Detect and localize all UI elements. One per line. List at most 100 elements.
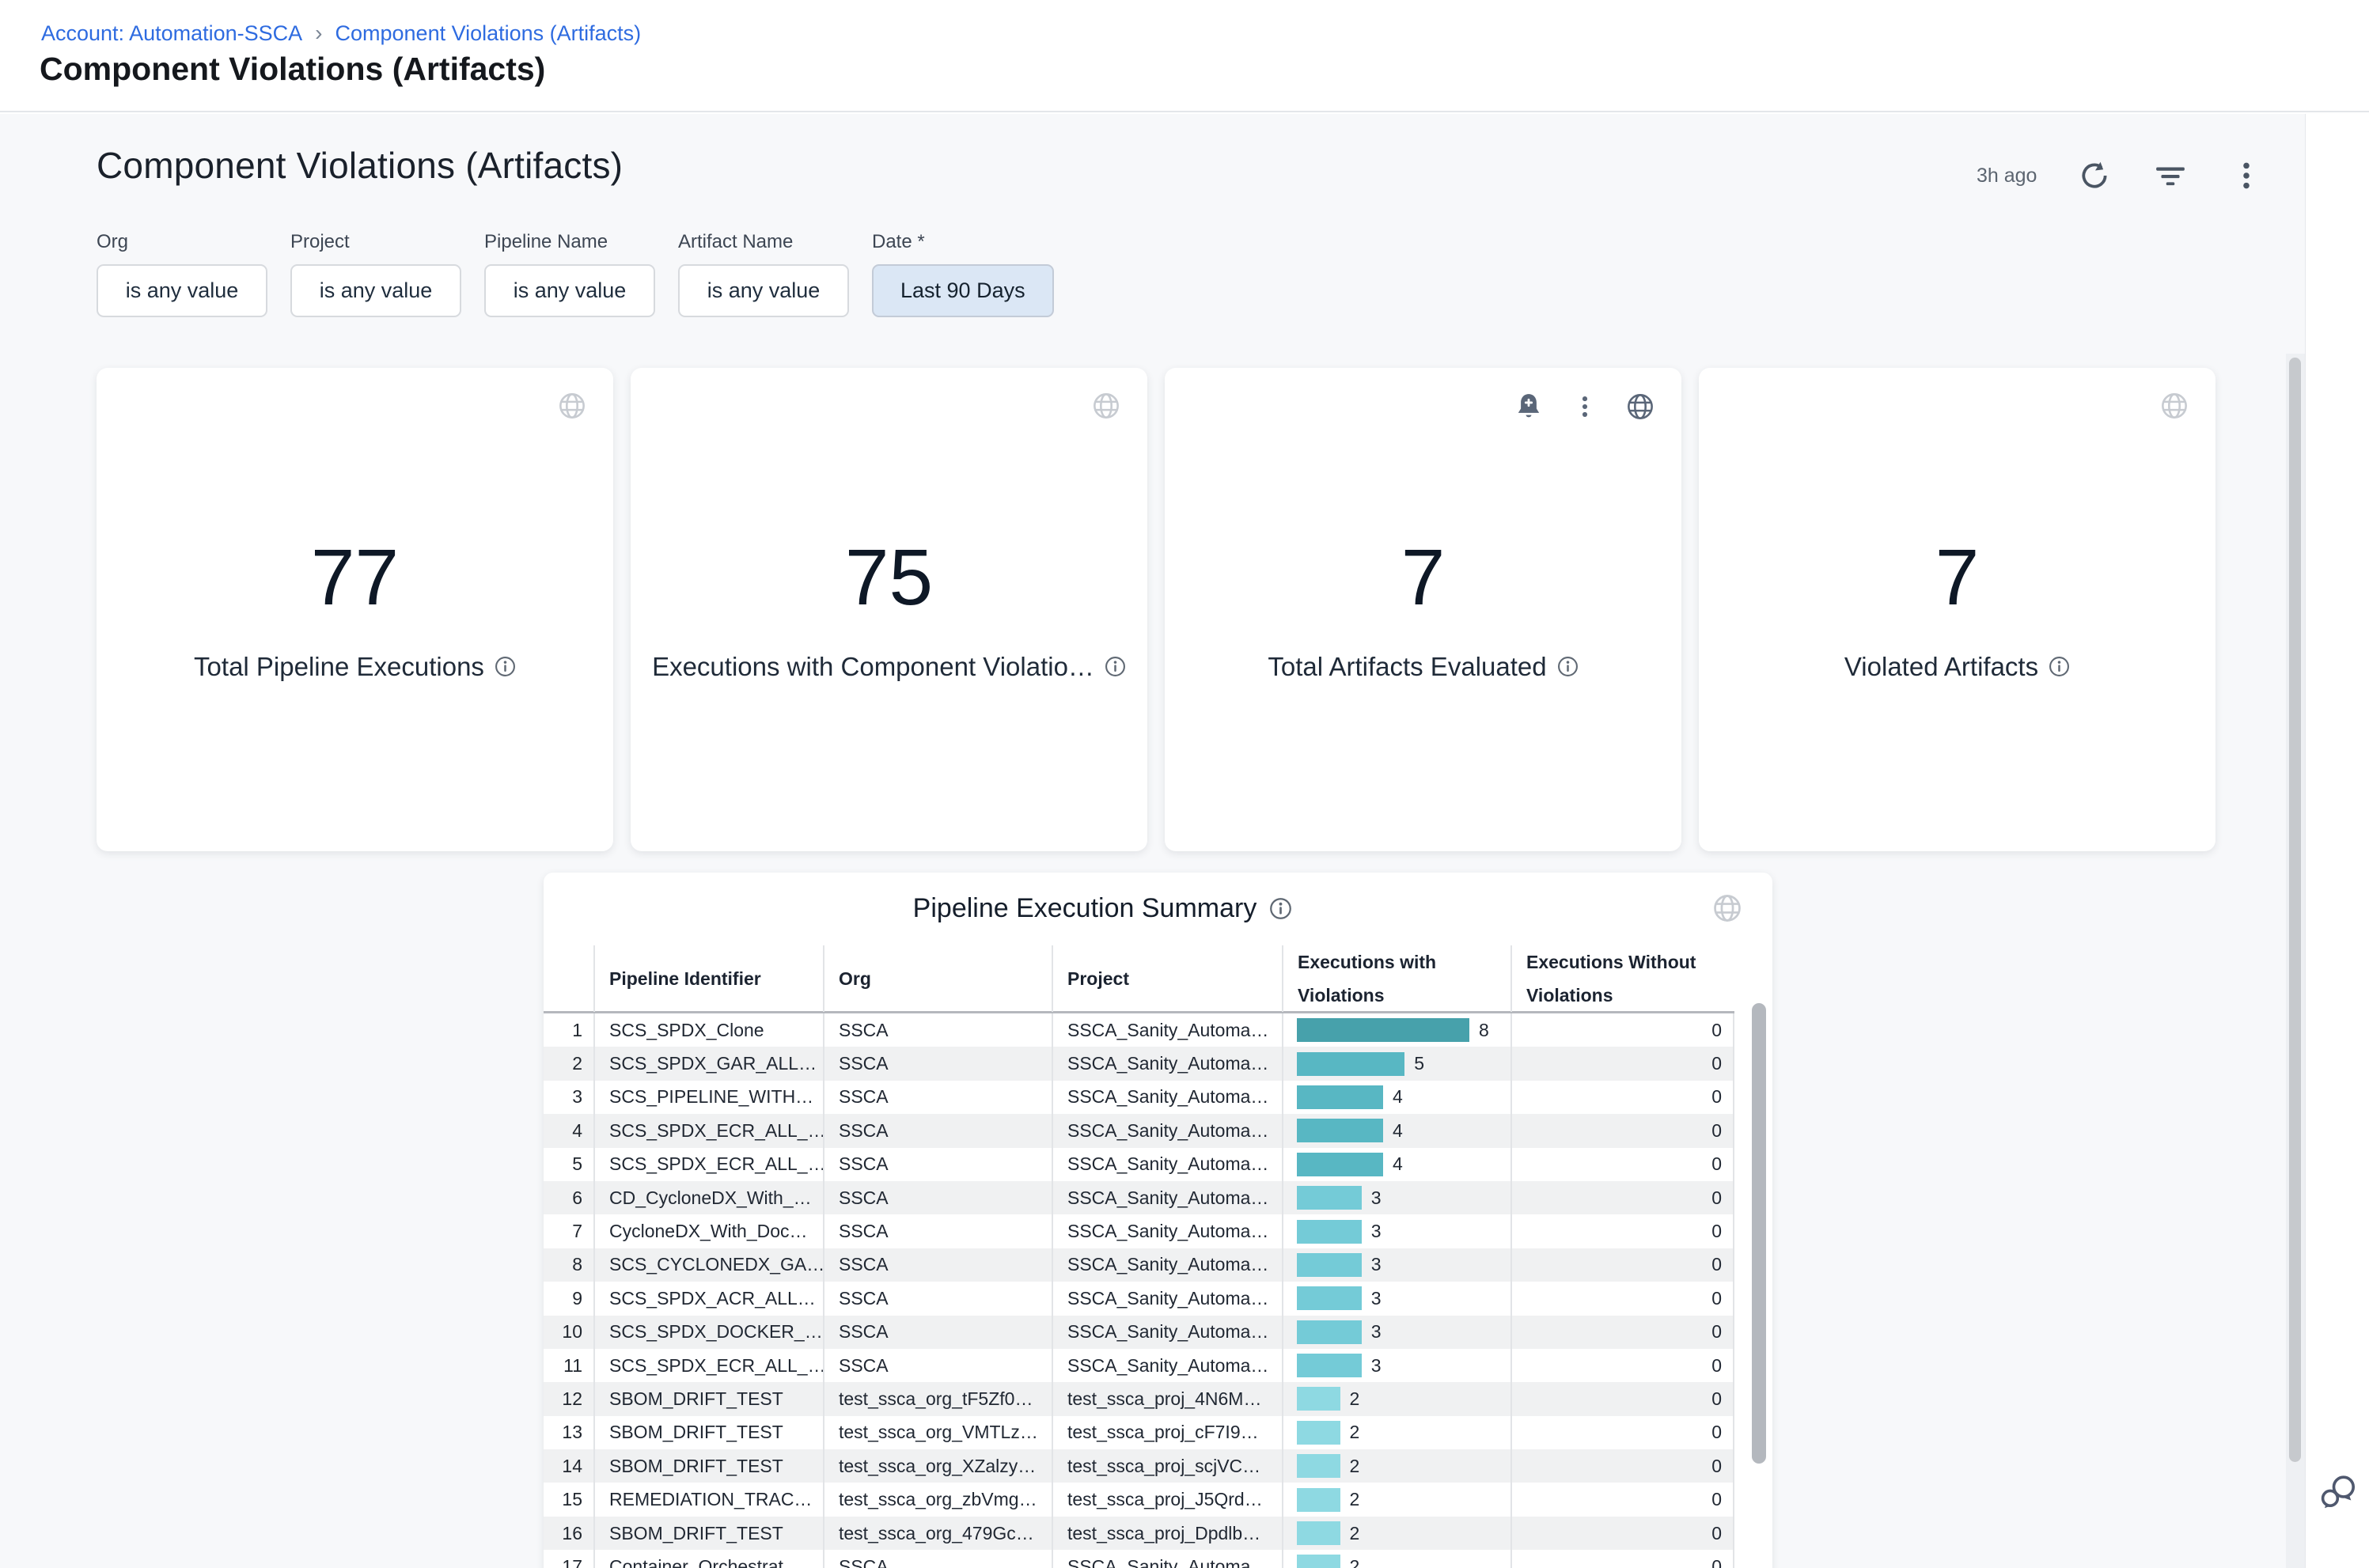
page-title: Component Violations (Artifacts) xyxy=(40,51,545,88)
table-row[interactable]: 11 SCS_SPDX_ECR_ALL_… SSCA SSCA_Sanity_A… xyxy=(544,1349,1734,1382)
bell-plus-icon[interactable] xyxy=(1514,392,1544,422)
table-scrollbar-thumb[interactable] xyxy=(1752,1003,1766,1464)
breadcrumb-separator: › xyxy=(315,21,322,46)
filter-label: Pipeline Name xyxy=(484,231,655,253)
breadcrumb-page-link[interactable]: Component Violations (Artifacts) xyxy=(335,21,642,46)
cell-org: SSCA xyxy=(823,1114,1052,1147)
row-number: 14 xyxy=(544,1449,593,1483)
table-row[interactable]: 4 SCS_SPDX_ECR_ALL_… SSCA SSCA_Sanity_Au… xyxy=(544,1114,1734,1147)
info-icon[interactable] xyxy=(1557,656,1579,677)
violations-bar[interactable] xyxy=(1297,1119,1383,1142)
row-number: 5 xyxy=(544,1148,593,1181)
breadcrumb-account-link[interactable]: Account: Automation-SSCA xyxy=(41,21,302,46)
table-row[interactable]: 7 CycloneDX_With_Doc… SSCA SSCA_Sanity_A… xyxy=(544,1214,1734,1248)
filter-value-button-artifact-name[interactable]: is any value xyxy=(678,264,849,317)
globe-icon[interactable] xyxy=(2160,392,2189,420)
cell-project: SSCA_Sanity_Automa… xyxy=(1052,1013,1282,1047)
violations-bar[interactable] xyxy=(1297,1018,1469,1042)
row-number: 15 xyxy=(544,1483,593,1516)
table-row[interactable]: 14 SBOM_DRIFT_TEST test_ssca_org_XZalzy…… xyxy=(544,1449,1734,1483)
table-row[interactable]: 2 SCS_SPDX_GAR_ALL… SSCA SSCA_Sanity_Aut… xyxy=(544,1047,1734,1080)
table-row[interactable]: 8 SCS_CYCLONEDX_GA… SSCA SSCA_Sanity_Aut… xyxy=(544,1248,1734,1282)
violations-bar[interactable] xyxy=(1297,1421,1340,1445)
kebab-menu-icon[interactable] xyxy=(2228,157,2265,194)
violations-bar[interactable] xyxy=(1297,1320,1362,1344)
globe-icon[interactable] xyxy=(558,392,586,420)
cell-org: test_ssca_org_XZalzy… xyxy=(823,1449,1052,1483)
row-number: 10 xyxy=(544,1316,593,1349)
violations-bar[interactable] xyxy=(1297,1354,1362,1377)
table-row[interactable]: 15 REMEDIATION_TRAC… test_ssca_org_zbVmg… xyxy=(544,1483,1734,1516)
violations-bar-value: 2 xyxy=(1350,1556,1360,1568)
table-row[interactable]: 10 SCS_SPDX_DOCKER_… SSCA SSCA_Sanity_Au… xyxy=(544,1316,1734,1349)
violations-bar[interactable] xyxy=(1297,1052,1404,1076)
filter-value-button-project[interactable]: is any value xyxy=(290,264,461,317)
kpi-value: 7 xyxy=(1935,538,1980,617)
violations-bar[interactable] xyxy=(1297,1387,1340,1411)
info-icon[interactable] xyxy=(2049,656,2070,677)
chat-help-icon[interactable] xyxy=(2318,1473,2360,1514)
violations-bar[interactable] xyxy=(1297,1153,1383,1176)
table-row[interactable]: 5 SCS_SPDX_ECR_ALL_… SSCA SSCA_Sanity_Au… xyxy=(544,1148,1734,1181)
filter-icon[interactable] xyxy=(2152,157,2189,194)
cell-executions-with-violations: 3 xyxy=(1282,1248,1510,1282)
filter-bar: Org is any value Project is any value Pi… xyxy=(97,231,1054,317)
violations-bar[interactable] xyxy=(1297,1253,1362,1277)
violations-bar[interactable] xyxy=(1297,1286,1362,1310)
refresh-icon[interactable] xyxy=(2076,157,2113,194)
row-number: 8 xyxy=(544,1248,593,1282)
cell-pipeline-identifier: Container_Orchestrat… xyxy=(593,1550,823,1568)
info-icon[interactable] xyxy=(1269,897,1292,920)
table-row[interactable]: 9 SCS_SPDX_ACR_ALL… SSCA SSCA_Sanity_Aut… xyxy=(544,1282,1734,1315)
table-row[interactable]: 1 SCS_SPDX_Clone SSCA SSCA_Sanity_Automa… xyxy=(544,1013,1734,1047)
table-row[interactable]: 6 CD_CycloneDX_With_… SSCA SSCA_Sanity_A… xyxy=(544,1181,1734,1214)
violations-bar[interactable] xyxy=(1297,1220,1362,1244)
filter-value-button-date[interactable]: Last 90 Days xyxy=(872,264,1054,317)
globe-icon[interactable] xyxy=(1712,893,1742,923)
header-project[interactable]: Project xyxy=(1052,945,1282,1012)
cell-org: SSCA xyxy=(823,1282,1052,1315)
violations-bar-value: 2 xyxy=(1350,1523,1360,1544)
cell-pipeline-identifier: SCS_PIPELINE_WITH… xyxy=(593,1081,823,1114)
cell-project: SSCA_Sanity_Automa… xyxy=(1052,1148,1282,1181)
row-number: 9 xyxy=(544,1282,593,1315)
header-pipeline-identifier[interactable]: Pipeline Identifier xyxy=(593,945,823,1012)
cell-executions-without-violations: 0 xyxy=(1510,1316,1734,1349)
violations-bar[interactable] xyxy=(1297,1186,1362,1210)
violations-bar[interactable] xyxy=(1297,1521,1340,1545)
cell-executions-with-violations: 3 xyxy=(1282,1181,1510,1214)
header-executions-with-violations[interactable]: Executions with Violations xyxy=(1282,945,1510,1012)
globe-icon[interactable] xyxy=(1626,392,1655,421)
filter-value-button-org[interactable]: is any value xyxy=(97,264,267,317)
kebab-menu-icon[interactable] xyxy=(1571,392,1599,421)
header-executions-without-violations[interactable]: Executions Without Violations xyxy=(1510,945,1734,1012)
table-row[interactable]: 13 SBOM_DRIFT_TEST test_ssca_org_VMTLz… … xyxy=(544,1416,1734,1449)
cell-pipeline-identifier: SCS_SPDX_Clone xyxy=(593,1013,823,1047)
violations-bar[interactable] xyxy=(1297,1454,1340,1478)
globe-icon[interactable] xyxy=(1092,392,1120,420)
violations-bar[interactable] xyxy=(1297,1488,1340,1512)
cell-org: SSCA xyxy=(823,1148,1052,1181)
row-number: 1 xyxy=(544,1013,593,1047)
cell-pipeline-identifier: SCS_SPDX_ECR_ALL_… xyxy=(593,1114,823,1147)
pipeline-execution-summary-panel: Pipeline Execution Summary Pipeline Iden… xyxy=(544,873,1772,1568)
cell-project: test_ssca_proj_J5Qrd… xyxy=(1052,1483,1282,1516)
header-org[interactable]: Org xyxy=(823,945,1052,1012)
table-row[interactable]: 17 Container_Orchestrat… SSCA SSCA_Sanit… xyxy=(544,1550,1734,1568)
filter-value-button-pipeline-name[interactable]: is any value xyxy=(484,264,655,317)
cell-project: test_ssca_proj_Dpdlb… xyxy=(1052,1517,1282,1550)
filter-label: Date * xyxy=(872,231,1054,253)
cell-pipeline-identifier: SCS_SPDX_GAR_ALL… xyxy=(593,1047,823,1080)
cell-project: SSCA_Sanity_Automa… xyxy=(1052,1214,1282,1248)
info-icon[interactable] xyxy=(495,656,516,677)
violations-bar[interactable] xyxy=(1297,1555,1340,1568)
cell-org: test_ssca_org_VMTLz… xyxy=(823,1416,1052,1449)
table-row[interactable]: 3 SCS_PIPELINE_WITH… SSCA SSCA_Sanity_Au… xyxy=(544,1081,1734,1114)
cell-executions-without-violations: 0 xyxy=(1510,1181,1734,1214)
table-row[interactable]: 12 SBOM_DRIFT_TEST test_ssca_org_tF5Zf0…… xyxy=(544,1382,1734,1415)
kpi-tile: 75 Executions with Component Violatio… xyxy=(631,368,1147,851)
page-scrollbar-thumb[interactable] xyxy=(2289,358,2301,1462)
violations-bar[interactable] xyxy=(1297,1085,1383,1109)
info-icon[interactable] xyxy=(1105,656,1126,677)
table-row[interactable]: 16 SBOM_DRIFT_TEST test_ssca_org_479Gc… … xyxy=(544,1517,1734,1550)
